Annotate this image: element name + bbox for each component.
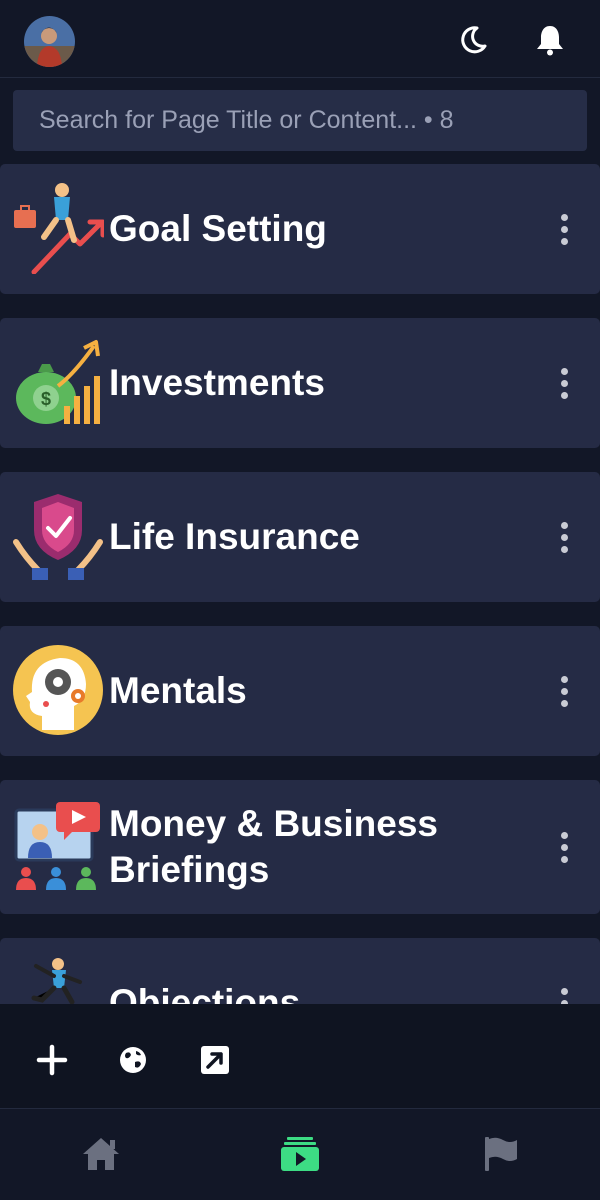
objections-icon <box>12 956 104 1004</box>
page-title: Life Insurance <box>109 516 360 557</box>
search-input[interactable]: Search for Page Title or Content... • 8 <box>13 90 587 151</box>
globe-icon[interactable] <box>115 1042 151 1078</box>
avatar[interactable] <box>24 16 75 67</box>
mentals-icon <box>12 644 104 736</box>
more-options-button[interactable] <box>548 363 580 403</box>
page-list[interactable]: Goal Setting $ Investments Life Insuranc… <box>0 164 600 1004</box>
search-placeholder: Search for Page Title or Content... • 8 <box>39 106 454 134</box>
page-card-objections[interactable]: Objections <box>0 938 600 1004</box>
page-title: Money & Business Briefings <box>109 803 438 890</box>
action-bar <box>0 1004 600 1109</box>
svg-text:$: $ <box>41 389 51 409</box>
plus-icon[interactable] <box>34 1042 70 1078</box>
bottom-tab-bar <box>0 1109 600 1200</box>
moon-icon[interactable] <box>455 22 491 58</box>
page-card-investments[interactable]: $ Investments <box>0 318 600 448</box>
page-card-life-insurance[interactable]: Life Insurance <box>0 472 600 602</box>
life-insurance-icon <box>12 490 104 582</box>
external-link-icon[interactable] <box>197 1042 233 1078</box>
investments-icon: $ <box>12 336 104 428</box>
more-options-button[interactable] <box>548 209 580 249</box>
page-card-money-business-briefings[interactable]: Money & Business Briefings <box>0 780 600 914</box>
page-title: Objections <box>109 982 301 1004</box>
flag-icon[interactable] <box>476 1129 526 1179</box>
more-options-button[interactable] <box>548 517 580 557</box>
page-card-mentals[interactable]: Mentals <box>0 626 600 756</box>
top-bar <box>0 0 600 78</box>
media-folder-icon[interactable] <box>275 1129 325 1179</box>
goal-setting-icon <box>12 182 106 275</box>
more-options-button[interactable] <box>548 671 580 711</box>
home-icon[interactable] <box>76 1129 126 1179</box>
page-card-goal-setting[interactable]: Goal Setting <box>0 164 600 294</box>
more-options-button[interactable] <box>548 827 580 867</box>
business-briefings-icon <box>12 802 104 894</box>
page-title: Goal Setting <box>109 208 327 249</box>
more-options-button[interactable] <box>548 983 580 1004</box>
bell-icon[interactable] <box>532 22 568 58</box>
page-title: Investments <box>109 362 325 403</box>
page-title: Mentals <box>109 670 247 711</box>
